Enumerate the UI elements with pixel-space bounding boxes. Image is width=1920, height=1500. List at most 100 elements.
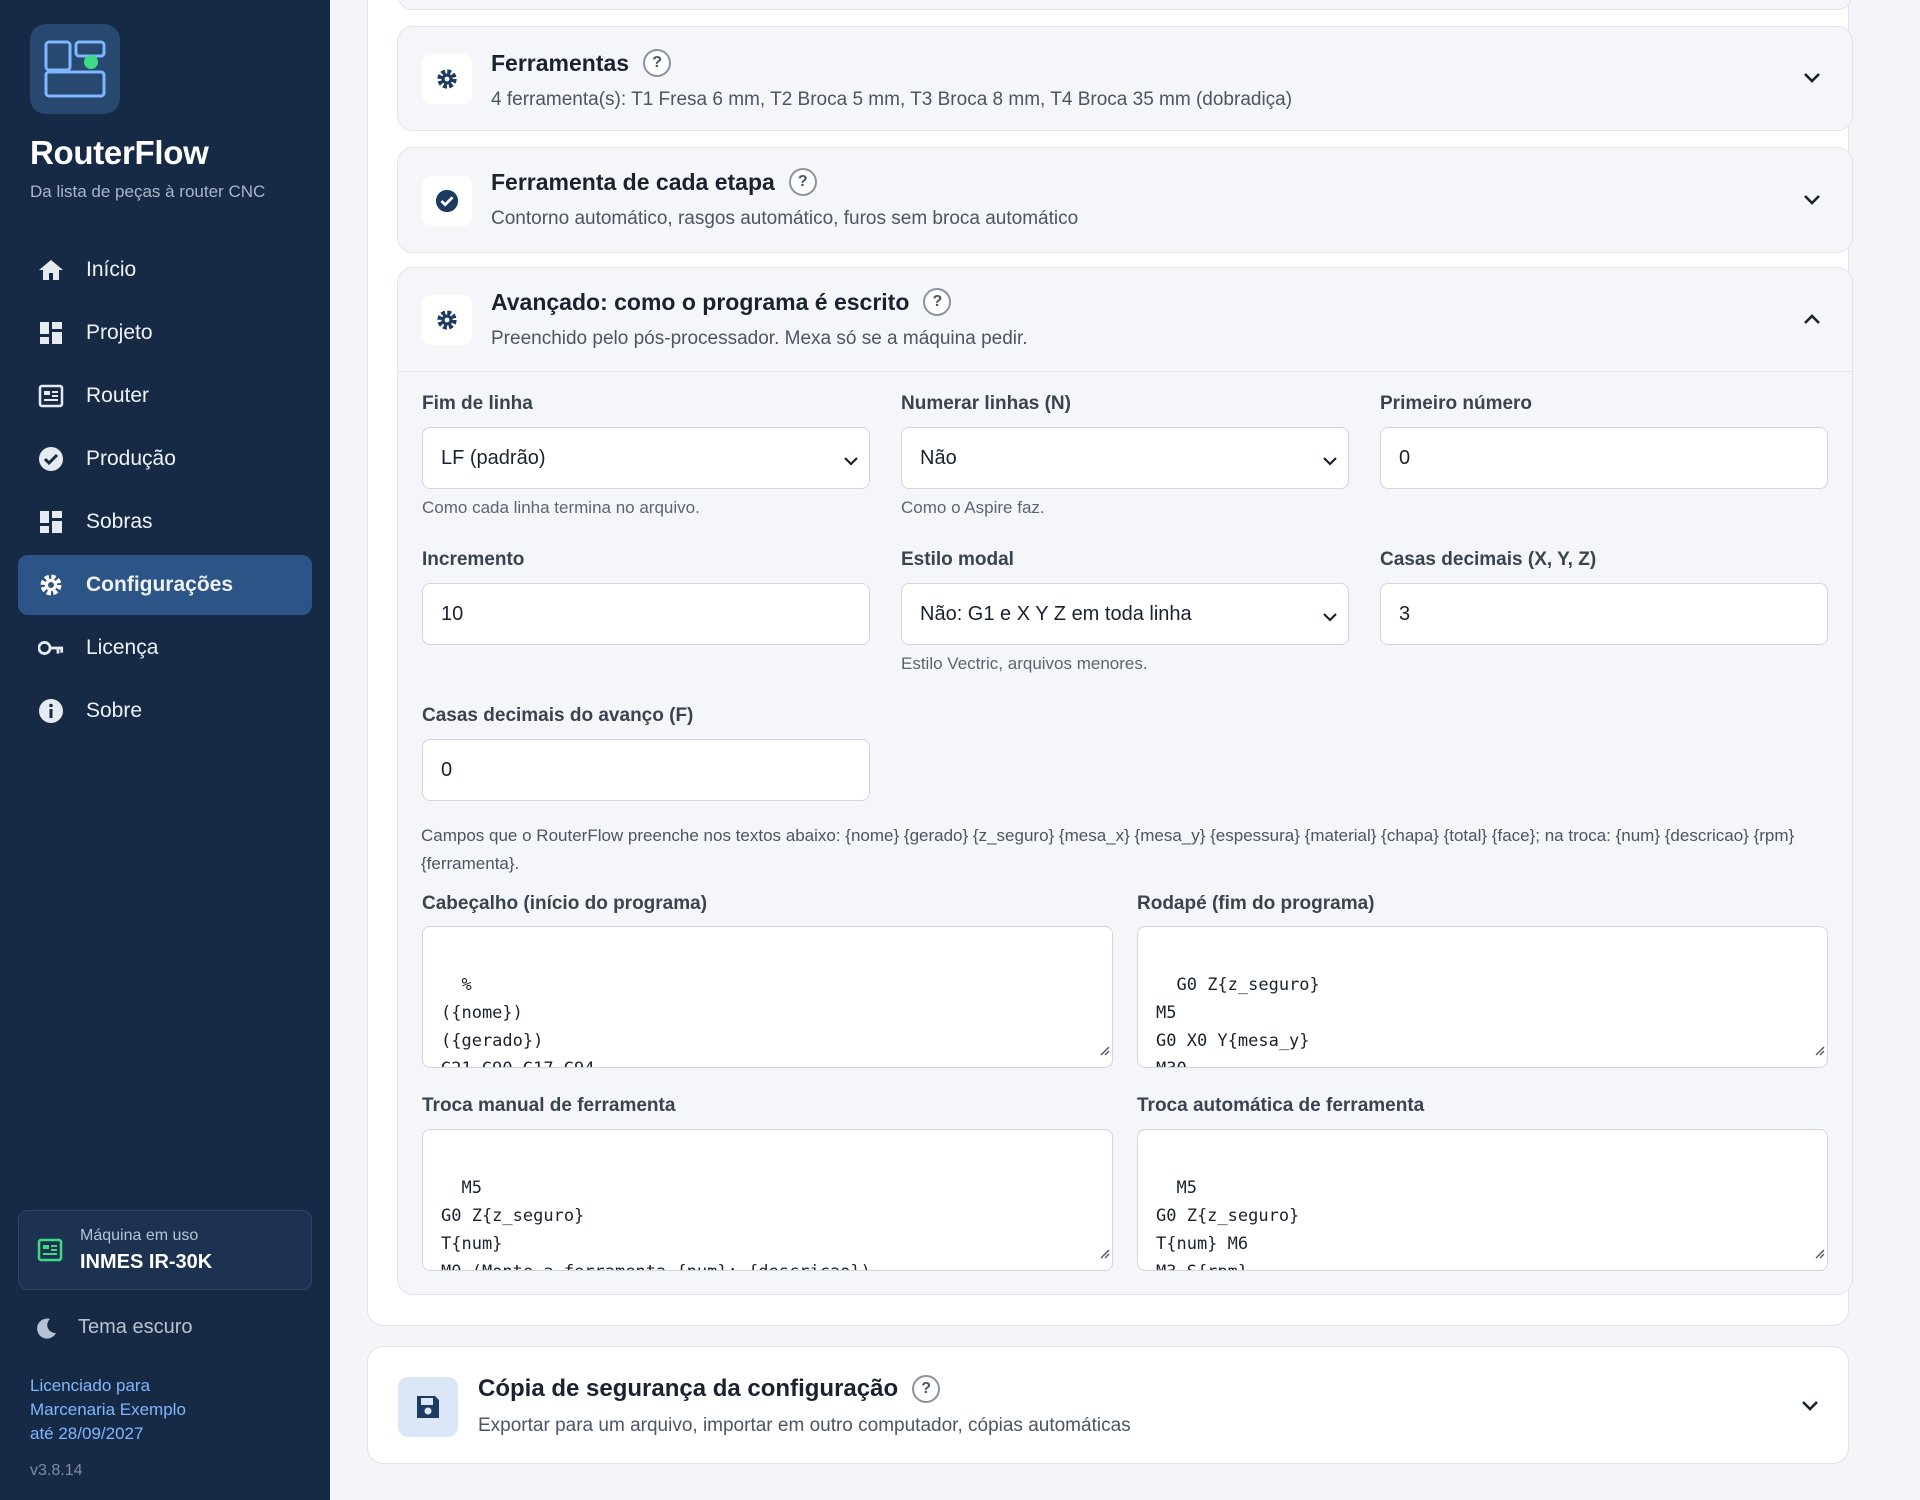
resize-handle-icon[interactable]	[1813, 1037, 1825, 1065]
help-icon[interactable]: ?	[643, 49, 672, 77]
decimals-xyz-value: 3	[1399, 602, 1411, 625]
app-version: v3.8.14	[30, 1462, 83, 1479]
home-icon	[38, 257, 64, 283]
chevron-down-icon[interactable]	[1802, 193, 1822, 212]
chevron-up-icon[interactable]	[1802, 312, 1822, 331]
key-icon	[38, 635, 64, 661]
section-title: Ferramenta de cada etapa ?	[491, 168, 817, 196]
sidebar-item-projeto[interactable]: Projeto	[18, 303, 312, 363]
line-end-value: LF (padrão)	[441, 446, 546, 469]
auto-change-textarea[interactable]: M5 G0 Z{z_seguro} T{num} M6 M3 S{rpm}	[1137, 1129, 1828, 1271]
header-label: Cabeçalho (início do programa)	[422, 893, 708, 914]
machine-value: INMES IR-30K	[80, 1251, 213, 1273]
section-subtitle: Preenchido pelo pós-processador. Mexa só…	[491, 328, 1028, 349]
sidebar-item-router[interactable]: Router	[18, 366, 312, 426]
sidebar-item-sobras[interactable]: Sobras	[18, 492, 312, 552]
license-line: até 28/09/2027	[30, 1424, 144, 1443]
sidebar-item-licenca[interactable]: Licença	[18, 618, 312, 678]
check-circle-icon	[38, 446, 64, 472]
line-end-select[interactable]: LF (padrão)	[422, 427, 870, 489]
machine-label: Máquina em uso	[80, 1227, 199, 1244]
gear-icon	[422, 295, 472, 345]
machine-in-use[interactable]: Máquina em uso INMES IR-30K	[18, 1210, 312, 1290]
chevron-down-icon[interactable]	[1800, 1399, 1820, 1418]
sidebar: RouterFlow Da lista de peças à router CN…	[0, 0, 330, 1500]
auto-change-text: M5 G0 Z{z_seguro} T{num} M6 M3 S{rpm}	[1156, 1178, 1300, 1270]
footer-text: G0 Z{z_seguro} M5 G0 X0 Y{mesa_y} M30 %	[1156, 975, 1320, 1067]
router-icon	[37, 1237, 63, 1268]
increment-label: Incremento	[422, 549, 525, 570]
decimals-f-input[interactable]: 0	[422, 739, 870, 801]
sidebar-item-inicio[interactable]: Início	[18, 240, 312, 300]
save-icon	[398, 1377, 458, 1437]
sidebar-item-label: Produção	[86, 447, 176, 470]
manual-change-text: M5 G0 Z{z_seguro} T{num} M0 (Monte a fer…	[441, 1178, 871, 1270]
number-lines-select[interactable]: Não	[901, 427, 1349, 489]
sidebar-item-label: Projeto	[86, 321, 153, 344]
modal-style-value: Não: G1 e X Y Z em toda linha	[920, 602, 1192, 625]
line-end-hint: Como cada linha termina no arquivo.	[422, 498, 700, 517]
modal-style-label: Estilo modal	[901, 549, 1014, 570]
section-ferramentas[interactable]: Ferramentas ? 4 ferramenta(s): T1 Fresa …	[397, 26, 1853, 131]
section-ferramenta-etapa[interactable]: Ferramenta de cada etapa ? Contorno auto…	[397, 147, 1853, 253]
dashboard-icon	[38, 320, 64, 346]
modal-style-hint: Estilo Vectric, arquivos menores.	[901, 654, 1148, 673]
app-logo-icon	[30, 24, 120, 114]
section-subtitle: Contorno automático, rasgos automático, …	[491, 208, 1079, 229]
section-title: Cópia de segurança da configuração ?	[478, 1375, 941, 1403]
info-icon	[38, 698, 64, 724]
dark-theme-label: Tema escuro	[78, 1316, 193, 1338]
check-circle-icon	[422, 176, 472, 226]
section-subtitle: 4 ferramenta(s): T1 Fresa 6 mm, T2 Broca…	[491, 89, 1293, 110]
resize-handle-icon[interactable]	[1098, 1037, 1110, 1065]
license-info[interactable]: Licenciado para Marcenaria Exemplo até 2…	[30, 1374, 290, 1446]
chevron-down-icon	[1322, 606, 1338, 629]
header-textarea[interactable]: % ({nome}) ({gerado}) G21 G90 G17 G94 G0…	[422, 926, 1113, 1068]
sidebar-nav: Início Projeto Router Produção Sobras Co…	[18, 240, 312, 744]
resize-handle-icon[interactable]	[1098, 1240, 1110, 1268]
help-icon[interactable]: ?	[912, 1375, 941, 1403]
app-name: RouterFlow	[30, 134, 209, 171]
section-title: Ferramentas ?	[491, 49, 672, 77]
help-icon[interactable]: ?	[923, 288, 952, 316]
section-title-text: Ferramentas	[491, 49, 630, 76]
router-icon	[38, 383, 64, 409]
chevron-down-icon[interactable]	[1802, 71, 1822, 90]
section-backup[interactable]: Cópia de segurança da configuração ? Exp…	[367, 1346, 1849, 1464]
dark-theme-toggle[interactable]: Tema escuro	[36, 1316, 193, 1339]
sidebar-item-label: Router	[86, 384, 150, 407]
header-text: % ({nome}) ({gerado}) G21 G90 G17 G94 G0…	[441, 975, 595, 1067]
sidebar-item-label: Sobre	[86, 699, 143, 722]
section-title-text: Cópia de segurança da configuração	[478, 1375, 899, 1402]
section-title-text: Avançado: como o programa é escrito	[491, 288, 910, 315]
first-number-input[interactable]: 0	[1380, 427, 1828, 489]
sidebar-item-sobre[interactable]: Sobre	[18, 681, 312, 741]
chevron-down-icon	[1322, 450, 1338, 473]
section-header[interactable]	[398, 268, 1852, 372]
increment-input[interactable]: 10	[422, 583, 870, 645]
line-end-label: Fim de linha	[422, 393, 533, 414]
gear-icon	[422, 54, 472, 104]
resize-handle-icon[interactable]	[1813, 1240, 1825, 1268]
decimals-f-value: 0	[441, 758, 453, 781]
decimals-f-label: Casas decimais do avanço (F)	[422, 705, 694, 726]
sidebar-item-producao[interactable]: Produção	[18, 429, 312, 489]
modal-style-select[interactable]: Não: G1 e X Y Z em toda linha	[901, 583, 1349, 645]
increment-value: 10	[441, 602, 464, 625]
manual-change-textarea[interactable]: M5 G0 Z{z_seguro} T{num} M0 (Monte a fer…	[422, 1129, 1113, 1271]
sidebar-item-label: Configurações	[86, 573, 234, 596]
help-icon[interactable]: ?	[788, 168, 817, 196]
sidebar-item-configuracoes[interactable]: Configurações	[18, 555, 312, 615]
footer-textarea[interactable]: G0 Z{z_seguro} M5 G0 X0 Y{mesa_y} M30 %	[1137, 926, 1828, 1068]
auto-change-label: Troca automática de ferramenta	[1137, 1095, 1425, 1116]
section-title: Avançado: como o programa é escrito ?	[491, 288, 952, 316]
dashboard-icon	[38, 509, 64, 535]
sidebar-item-label: Início	[86, 258, 137, 281]
sidebar-item-label: Licença	[86, 636, 159, 659]
number-lines-value: Não	[920, 446, 957, 469]
first-number-label: Primeiro número	[1380, 393, 1533, 414]
decimals-xyz-label: Casas decimais (X, Y, Z)	[1380, 549, 1597, 570]
decimals-xyz-input[interactable]: 3	[1380, 583, 1828, 645]
number-lines-hint: Como o Aspire faz.	[901, 498, 1045, 517]
number-lines-label: Numerar linhas (N)	[901, 393, 1071, 414]
